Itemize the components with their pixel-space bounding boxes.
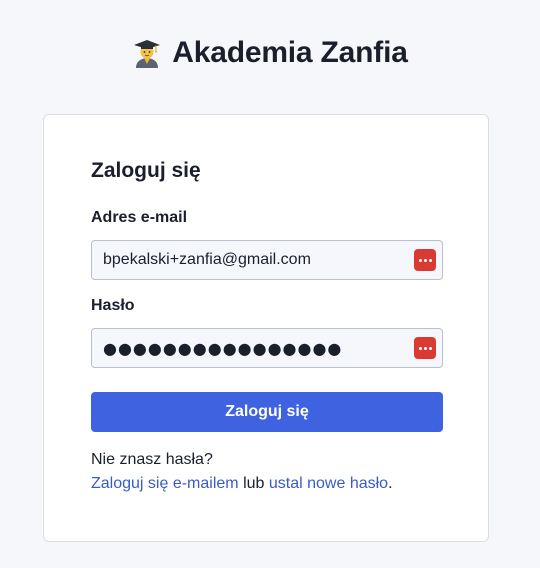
email-label: Adres e-mail <box>91 209 188 226</box>
reset-password-link[interactable]: ustal nowe hasło <box>269 475 388 492</box>
forgot-password-question: Nie znasz hasła? <box>91 451 213 468</box>
forgot-password-options: Zaloguj się e-mailem lub ustal nowe hasł… <box>91 472 393 496</box>
email-field[interactable]: bpekalski+zanfia@gmail.com <box>91 240 443 280</box>
password-manager-icon[interactable] <box>414 249 436 271</box>
brand-title: Akademia Zanfia <box>172 36 408 69</box>
email-login-link[interactable]: Zaloguj się e-mailem <box>91 475 239 492</box>
password-field[interactable]: ●●●●●●●●●●●●●●●● <box>91 328 443 368</box>
email-value: bpekalski+zanfia@gmail.com <box>103 251 311 268</box>
login-title: Zaloguj się <box>91 159 201 182</box>
connector-text: lub <box>243 475 265 492</box>
password-manager-icon[interactable] <box>414 337 436 359</box>
student-graduation-cap-icon <box>134 40 161 68</box>
sentence-end: . <box>388 475 393 492</box>
brand-header: Akademia Zanfia <box>0 36 540 70</box>
login-submit-button[interactable]: Zaloguj się <box>91 392 443 432</box>
password-label: Hasło <box>91 297 135 314</box>
login-card: Zaloguj się Adres e-mail bpekalski+zanfi… <box>43 114 489 542</box>
password-value: ●●●●●●●●●●●●●●●● <box>103 338 343 358</box>
